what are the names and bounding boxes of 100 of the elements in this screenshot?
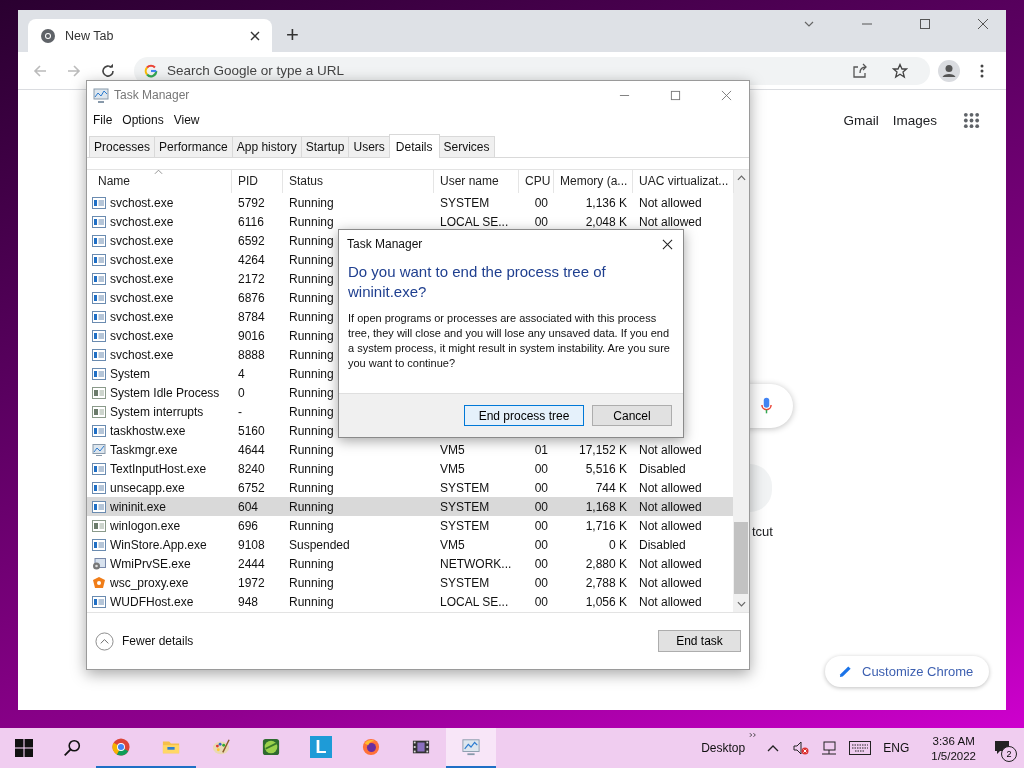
table-cell: SYSTEM (440, 575, 490, 590)
app-logo: L (310, 736, 332, 758)
table-cell: 948 (238, 594, 259, 609)
process-name: svchost.exe (110, 195, 174, 210)
table-cell: Not allowed (639, 556, 702, 571)
table-cell: Running (289, 252, 334, 267)
table-cell: Not allowed (639, 575, 702, 590)
table-cell: 1972 (238, 575, 265, 590)
table-cell: 8240 (238, 461, 265, 476)
table-cell: Not allowed (639, 214, 702, 229)
dialog-message: If open programs or processes are associated with this process tree, they will close and you will lose any unsaved data. If you end a system process, it might result in system instability. Are you sure you want to continue? (348, 311, 671, 371)
table-cell: 00 (534, 556, 548, 571)
table-cell: 6592 (238, 233, 265, 248)
window-title: Task Manager (114, 88, 190, 102)
table-cell: SYSTEM (440, 518, 490, 533)
process-name: WmiPrvSE.exe (110, 556, 191, 571)
table-cell: 4 (238, 366, 245, 381)
table-cell: Not allowed (639, 518, 702, 533)
table-cell: 1,136 K (585, 195, 627, 210)
table-cell: NETWORK... (440, 556, 512, 571)
table-cell: Running (289, 366, 334, 381)
process-name: svchost.exe (110, 271, 174, 286)
table-cell: 17,152 K (578, 442, 627, 457)
process-name: WUDFHost.exe (110, 594, 194, 609)
process-name: svchost.exe (110, 290, 174, 305)
table-cell: 00 (534, 537, 548, 552)
table-cell: 5792 (238, 195, 265, 210)
process-name: Taskmgr.exe (110, 442, 178, 457)
notification-count: 2 (1001, 746, 1017, 762)
table-cell: 2,788 K (585, 575, 627, 590)
dialog-heading: Do you want to end the process tree of wininit.exe? (348, 262, 607, 302)
table-cell: 4644 (238, 442, 265, 457)
process-name: svchost.exe (110, 309, 174, 324)
table-cell: 2172 (238, 271, 265, 286)
table-cell: SYSTEM (440, 195, 490, 210)
table-cell: Running (289, 290, 334, 305)
table-cell: Running (289, 594, 334, 609)
table-cell: Suspended (289, 537, 350, 552)
clock-date: 1/5/2022 (931, 749, 976, 762)
table-cell: 8784 (238, 309, 265, 324)
table-cell: Running (289, 518, 334, 533)
table-cell: LOCAL SE... (440, 594, 509, 609)
table-cell: 0 (238, 385, 245, 400)
table-cell: Running (289, 556, 334, 571)
table-cell: 696 (238, 518, 259, 533)
table-cell: Disabled (639, 461, 686, 476)
table-cell: 1,168 K (585, 499, 627, 514)
table-cell: 1,056 K (585, 594, 627, 609)
table-cell: SYSTEM (440, 480, 490, 495)
table-cell: VM5 (440, 537, 465, 552)
table-cell: Running (289, 347, 334, 362)
process-name: svchost.exe (110, 214, 174, 229)
table-cell: 604 (238, 499, 259, 514)
table-cell: Disabled (639, 537, 686, 552)
table-cell: Running (289, 233, 334, 248)
table-cell: 00 (534, 575, 548, 590)
table-cell: 00 (534, 214, 548, 229)
table-cell: Running (289, 423, 334, 438)
process-name: unsecapp.exe (110, 480, 185, 495)
table-cell: Running (289, 214, 334, 229)
process-name: taskhostw.exe (110, 423, 186, 438)
table-cell: 5160 (238, 423, 265, 438)
table-cell: 2,048 K (585, 214, 627, 229)
clock-time: 3:36 AM (932, 734, 975, 747)
table-cell: 2,880 K (585, 556, 627, 571)
process-name: svchost.exe (110, 252, 174, 267)
table-cell: Running (289, 385, 334, 400)
table-cell: 00 (534, 480, 548, 495)
table-cell: VM5 (440, 442, 465, 457)
process-name: svchost.exe (110, 347, 174, 362)
table-cell: 0 K (609, 537, 627, 552)
process-name: System Idle Process (110, 385, 220, 400)
process-name: System interrupts (110, 404, 204, 419)
table-cell: 00 (534, 499, 548, 514)
table-cell: Running (289, 309, 334, 324)
table-cell: 5,516 K (585, 461, 627, 476)
table-cell: 744 K (595, 480, 627, 495)
table-cell: Not allowed (639, 499, 702, 514)
process-name: wininit.exe (110, 499, 167, 514)
process-name: WinStore.App.exe (110, 537, 207, 552)
table-cell: SYSTEM (440, 499, 490, 514)
table-cell: 00 (534, 195, 548, 210)
process-name: svchost.exe (110, 233, 174, 248)
process-name: winlogon.exe (110, 518, 181, 533)
process-name: wsc_proxy.exe (110, 575, 189, 590)
table-cell: 9016 (238, 328, 265, 343)
table-cell: Not allowed (639, 594, 702, 609)
table-cell: Running (289, 328, 334, 343)
table-cell: Not allowed (639, 480, 702, 495)
process-name: TextInputHost.exe (110, 461, 207, 476)
table-cell: 9108 (238, 537, 265, 552)
table-cell: 00 (534, 594, 548, 609)
table-cell: VM5 (440, 461, 465, 476)
table-cell: Not allowed (639, 195, 702, 210)
table-cell: Running (289, 195, 334, 210)
table-cell: 00 (534, 461, 548, 476)
table-cell: - (238, 404, 242, 419)
table-cell: Running (289, 404, 334, 419)
table-cell: 2444 (238, 556, 265, 571)
table-cell: 8888 (238, 347, 265, 362)
